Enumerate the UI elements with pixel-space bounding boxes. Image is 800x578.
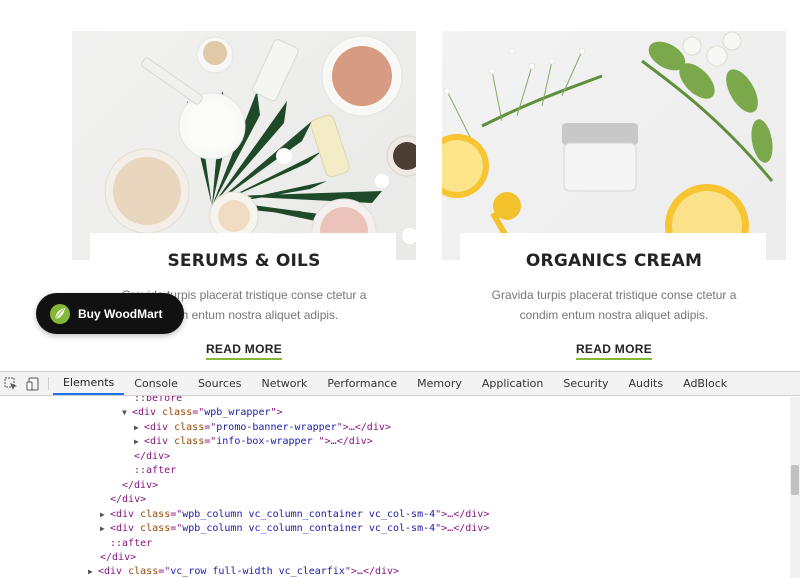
devtools-tab-performance[interactable]: Performance bbox=[317, 372, 407, 395]
dom-node-line[interactable]: </div> bbox=[110, 493, 146, 507]
dom-token: =" bbox=[192, 407, 205, 418]
dom-token: wpb_column vc_column_container vc_col-sm… bbox=[182, 509, 436, 520]
promo-card-serums: SERUMS & OILS Gravida turpis placerat tr… bbox=[72, 31, 416, 360]
dom-token: ::after bbox=[110, 538, 153, 549]
dom-token: promo-banner-wrapper bbox=[216, 422, 337, 433]
dom-token: =" bbox=[204, 422, 217, 433]
dom-token: info-box-wrapper bbox=[216, 436, 319, 447]
dom-node-line[interactable]: ▶ <div class="wpb_column vc_column_contai… bbox=[100, 508, 489, 522]
dom-token: </div> bbox=[100, 552, 137, 563]
card-title: SERUMS & OILS bbox=[167, 251, 321, 271]
scrollbar-thumb[interactable] bbox=[791, 465, 799, 495]
dom-node-line[interactable]: ▶ <div class="info-box-wrapper ">…</div> bbox=[134, 435, 373, 449]
dom-node-line[interactable]: ▶ <div class="vc_row full-width vc_clearf… bbox=[88, 565, 399, 578]
devtools-panel: Elements Console Sources Network Performance… bbox=[0, 371, 800, 578]
inspect-icon[interactable] bbox=[0, 372, 22, 395]
devtools-tabs: Elements Console Sources Network Performance… bbox=[53, 372, 737, 395]
card-description: Gravida turpis placerat tristique conse … bbox=[464, 285, 764, 325]
dom-token: </div> bbox=[134, 451, 171, 462]
expand-triangle-down-icon[interactable]: ▼ bbox=[122, 406, 132, 420]
dom-token: ::after bbox=[134, 465, 177, 476]
dom-node-line[interactable]: </div> bbox=[100, 551, 136, 565]
web-page: SERUMS & OILS Gravida turpis placerat tr… bbox=[0, 0, 800, 371]
devtools-tab-security[interactable]: Security bbox=[553, 372, 618, 395]
dom-token: <div bbox=[110, 509, 141, 520]
devtools-tabbar: Elements Console Sources Network Performance… bbox=[0, 372, 800, 396]
devtools-tab-elements[interactable]: Elements bbox=[53, 372, 125, 395]
devtools-tab-console[interactable]: Console bbox=[124, 372, 188, 395]
devtools-tab-audits[interactable]: Audits bbox=[619, 372, 674, 395]
elements-dom-tree: ::before ▼ <div class="wpb_wrapper"> ▶ <div … bbox=[0, 396, 800, 578]
read-more-wrap: READ MORE bbox=[72, 340, 416, 360]
dom-token: class bbox=[162, 407, 193, 418]
devtools-tab-network[interactable]: Network bbox=[251, 372, 317, 395]
read-more-wrap: READ MORE bbox=[442, 340, 786, 360]
dom-token: wpb_wrapper bbox=[204, 407, 271, 418]
dom-token: class bbox=[174, 422, 205, 433]
dom-node-line[interactable]: ▼ <div class="wpb_wrapper"> bbox=[122, 406, 283, 420]
leaf-icon bbox=[50, 303, 70, 324]
dom-token: class bbox=[174, 436, 205, 447]
buy-button-label: Buy WoodMart bbox=[78, 306, 163, 321]
devtools-tab-sources[interactable]: Sources bbox=[188, 372, 252, 395]
dom-token: =" bbox=[170, 509, 183, 520]
dom-token: </div> bbox=[122, 480, 159, 491]
dom-token: =" bbox=[158, 566, 171, 577]
dom-node-line[interactable]: ::after bbox=[134, 464, 176, 478]
devtools-tab-adblock[interactable]: AdBlock bbox=[673, 372, 737, 395]
buy-woodmart-button[interactable]: Buy WoodMart bbox=[36, 293, 184, 334]
dom-node-line[interactable]: ::after bbox=[110, 537, 152, 551]
description-line: Gravida turpis placerat tristique conse … bbox=[491, 288, 737, 302]
dom-token: <div bbox=[144, 436, 175, 447]
dom-node-line[interactable]: ▶ <div class="wpb_column vc_column_contai… bbox=[100, 522, 489, 536]
organics-cream-image[interactable] bbox=[442, 31, 786, 260]
description-line: condim entum nostra aliquet adipis. bbox=[519, 308, 709, 322]
dom-token: =" bbox=[204, 436, 217, 447]
dom-node-line[interactable]: </div> bbox=[122, 479, 158, 493]
dom-node-line[interactable]: ▶ <div class="promo-banner-wrapper">…</di… bbox=[134, 421, 391, 435]
dom-token: >…</div> bbox=[342, 422, 391, 433]
dom-token: <div bbox=[144, 422, 175, 433]
toolbar-separator bbox=[48, 377, 49, 390]
dom-token: </div> bbox=[110, 494, 147, 505]
dom-token: ::before bbox=[134, 396, 183, 404]
dom-token: class bbox=[128, 566, 159, 577]
devtools-tab-application[interactable]: Application bbox=[472, 372, 553, 395]
dom-token: > bbox=[276, 407, 283, 418]
organics-cream-illustration bbox=[442, 31, 774, 260]
dom-token: >…</div> bbox=[350, 566, 400, 577]
serums-oils-illustration bbox=[104, 35, 416, 260]
card-title: ORGANICS CREAM bbox=[525, 251, 703, 271]
dom-node-line[interactable]: ::before bbox=[134, 396, 182, 406]
dom-token: <div bbox=[132, 407, 163, 418]
dom-node-line[interactable]: </div> bbox=[134, 450, 170, 464]
device-toolbar-icon[interactable] bbox=[22, 372, 44, 395]
dom-token: wpb_column vc_column_container vc_col-sm… bbox=[182, 523, 436, 534]
expand-triangle-right-icon[interactable]: ▶ bbox=[134, 435, 144, 449]
expand-triangle-right-icon[interactable]: ▶ bbox=[100, 508, 110, 522]
serums-oils-image[interactable] bbox=[72, 31, 416, 260]
read-more-link[interactable]: READ MORE bbox=[205, 342, 283, 360]
dom-token: class bbox=[140, 509, 171, 520]
dom-token: vc_row full-width vc_clearfix bbox=[170, 566, 345, 577]
dom-tree-scrollbar[interactable] bbox=[790, 397, 800, 578]
expand-triangle-right-icon[interactable]: ▶ bbox=[100, 522, 110, 536]
dom-token: =" bbox=[170, 523, 183, 534]
dom-token: >…</div> bbox=[324, 436, 373, 447]
expand-triangle-right-icon[interactable]: ▶ bbox=[134, 421, 144, 435]
expand-triangle-right-icon[interactable]: ▶ bbox=[88, 565, 98, 578]
dom-token: <div bbox=[110, 523, 141, 534]
dom-token: <div bbox=[98, 566, 129, 577]
dom-token: class bbox=[140, 523, 171, 534]
read-more-link[interactable]: READ MORE bbox=[575, 342, 653, 360]
dom-token: >…</div> bbox=[441, 523, 490, 534]
promo-card-organics: ORGANICS CREAM Gravida turpis placerat t… bbox=[442, 31, 786, 360]
dom-token: >…</div> bbox=[441, 509, 490, 520]
devtools-tab-memory[interactable]: Memory bbox=[407, 372, 472, 395]
